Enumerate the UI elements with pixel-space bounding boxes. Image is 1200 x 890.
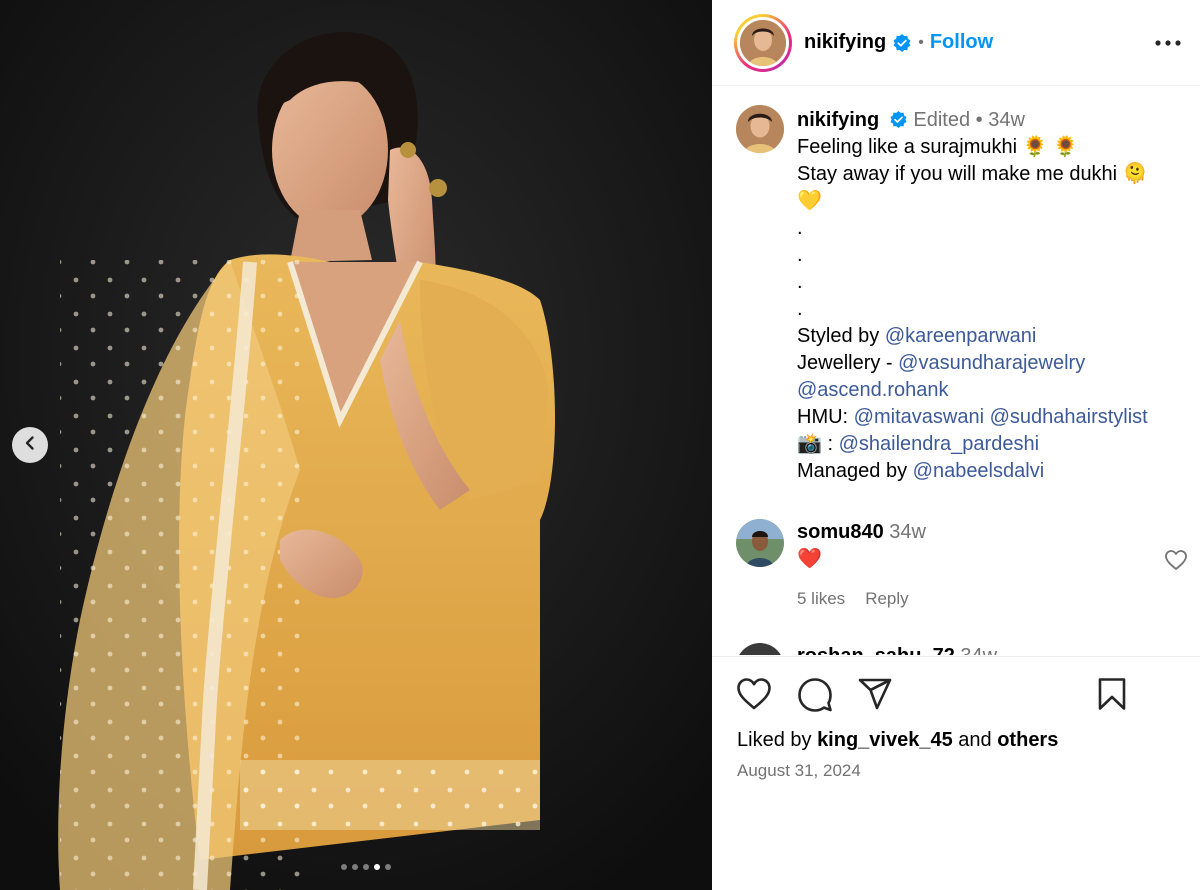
caption-line: Feeling like a surajmukhi 🌻 🌻 — [797, 136, 1079, 158]
bookmark-icon[interactable] — [1097, 677, 1127, 716]
caption-avatar[interactable] — [736, 105, 784, 153]
comment-age: 34w — [889, 521, 926, 543]
mention-link[interactable]: @mitavaswani — [854, 406, 984, 428]
caption-line: . — [797, 298, 803, 320]
managed-by-label: Managed by — [797, 460, 908, 482]
post-media — [0, 0, 712, 890]
comment-like-heart-icon[interactable] — [1164, 549, 1188, 576]
like-heart-icon[interactable] — [736, 677, 772, 716]
carousel-dot — [385, 864, 391, 870]
camera-label: 📸 : — [797, 433, 834, 455]
verified-badge-icon — [892, 33, 912, 53]
carousel-dot — [363, 864, 369, 870]
comment-likes[interactable]: 5 likes — [797, 585, 845, 612]
commenter-avatar[interactable] — [736, 643, 784, 655]
comments-scroll-area[interactable]: nikifying Edited • 34w Feeling like a su… — [712, 87, 1200, 655]
jewellery-label: Jewellery - — [797, 352, 893, 374]
chevron-left-icon — [22, 435, 38, 456]
caption-age: 34w — [988, 109, 1025, 131]
caption-username[interactable]: nikifying — [797, 109, 879, 131]
comment-age: 34w — [960, 645, 997, 655]
caption-separator: • — [975, 109, 983, 131]
caption-line: Stay away if you will make me dukhi 🫠 — [797, 163, 1148, 185]
caption-edited-label: Edited — [913, 109, 971, 131]
caption-line: . — [797, 244, 803, 266]
carousel-dot-active — [374, 864, 380, 870]
comment-text: ❤️ — [797, 548, 822, 570]
liked-by-others[interactable]: others — [997, 729, 1058, 751]
post-date: August 31, 2024 — [737, 761, 861, 780]
post-side-panel: nikifying • Follow nikifying Edited • 34… — [712, 0, 1200, 890]
commenter-username[interactable]: roshan_sahu_72 — [797, 645, 955, 655]
post-actions: Liked by king_vivek_45 and others August… — [712, 656, 1200, 890]
mention-link[interactable]: @vasundharajewelry — [898, 352, 1085, 374]
carousel-dot — [341, 864, 347, 870]
verified-badge-icon — [889, 110, 908, 129]
author-avatar[interactable] — [734, 13, 792, 72]
caption-line: 💛 — [797, 190, 822, 212]
comment-icon[interactable] — [797, 677, 833, 718]
follow-button[interactable]: Follow — [930, 31, 993, 54]
mention-link[interactable]: @kareenparwani — [885, 325, 1037, 347]
caption-text: nikifying Edited • 34w Feeling like a su… — [797, 107, 1187, 485]
styled-by-label: Styled by — [797, 325, 880, 347]
more-horizontal-icon — [1155, 33, 1181, 51]
post-photo — [0, 0, 712, 890]
carousel-prev-button[interactable] — [12, 427, 48, 463]
hmu-label: HMU: — [797, 406, 849, 428]
liked-by-prefix: Liked by — [737, 729, 812, 751]
carousel-dot — [352, 864, 358, 870]
comment-reply-button[interactable]: Reply — [865, 585, 908, 612]
commenter-avatar[interactable] — [736, 519, 784, 567]
liked-by-summary: Liked by king_vivek_45 and others — [737, 729, 1058, 752]
liked-by-mid: and — [958, 729, 992, 751]
mention-link[interactable]: @shailendra_pardeshi — [839, 433, 1039, 455]
mention-link[interactable]: @nabeelsdalvi — [913, 460, 1045, 482]
post-header: nikifying • Follow — [712, 0, 1200, 86]
send-icon[interactable] — [857, 677, 893, 716]
mention-link[interactable]: @ascend.rohank — [797, 379, 949, 401]
carousel-indicator — [0, 864, 712, 870]
author-username[interactable]: nikifying — [804, 31, 886, 54]
commenter-username[interactable]: somu840 — [797, 521, 884, 543]
more-options-button[interactable] — [1152, 28, 1184, 56]
liked-by-user[interactable]: king_vivek_45 — [817, 729, 953, 751]
mention-link[interactable]: @sudhahairstylist — [990, 406, 1148, 428]
header-separator: • — [918, 33, 924, 51]
caption-line: . — [797, 217, 803, 239]
caption-line: . — [797, 271, 803, 293]
